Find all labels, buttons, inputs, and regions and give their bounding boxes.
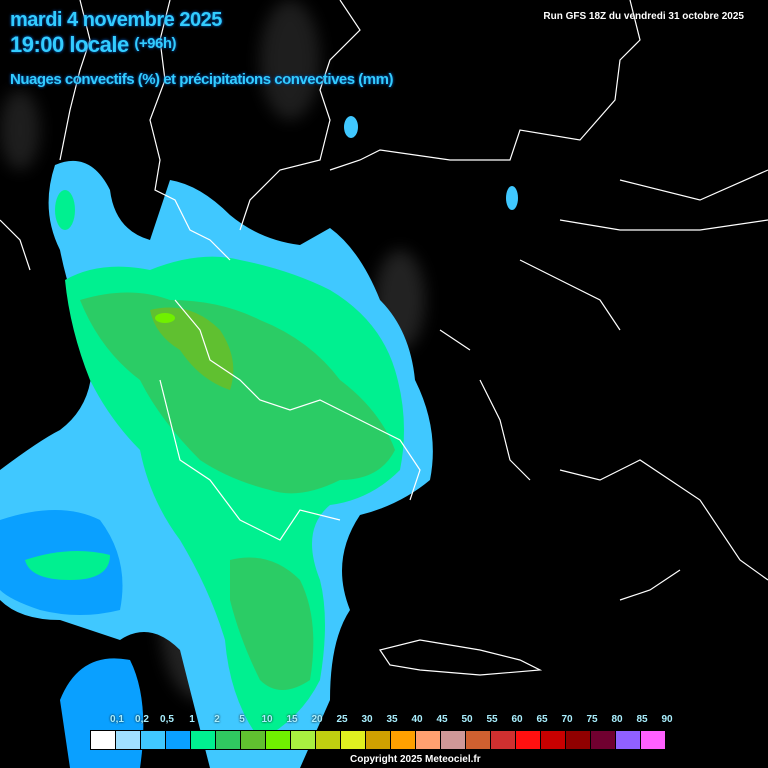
legend-label: 70	[561, 714, 573, 725]
legend-label: 90	[661, 714, 673, 725]
legend-swatch	[291, 731, 316, 749]
legend-swatch	[191, 731, 216, 749]
legend-swatch	[566, 731, 591, 749]
legend-label: 80	[611, 714, 623, 725]
legend-label: 0,5	[160, 714, 174, 725]
legend-swatch	[491, 731, 516, 749]
legend-label: 0,2	[135, 714, 149, 725]
legend-swatch	[466, 731, 491, 749]
legend-swatch	[391, 731, 416, 749]
legend-swatch	[616, 731, 641, 749]
legend-label: 50	[461, 714, 473, 725]
legend-label: 45	[436, 714, 448, 725]
legend-swatch	[316, 731, 341, 749]
legend-label: 75	[586, 714, 598, 725]
legend-label: 85	[636, 714, 648, 725]
forecast-offset: (+96h)	[134, 35, 176, 52]
legend-swatch	[591, 731, 616, 749]
legend-label: 0,1	[110, 714, 124, 725]
legend-label: 15	[286, 714, 298, 725]
legend-label: 55	[486, 714, 498, 725]
legend-swatch	[341, 731, 366, 749]
legend-label: 25	[336, 714, 348, 725]
legend-label: 2	[214, 714, 220, 725]
precipitation-map	[0, 0, 768, 768]
legend-swatch	[366, 731, 391, 749]
legend-label: 60	[511, 714, 523, 725]
legend-swatch	[241, 731, 266, 749]
legend-swatch	[641, 731, 666, 749]
legend-swatch	[91, 731, 116, 749]
legend-swatch	[216, 731, 241, 749]
legend-label: 20	[311, 714, 323, 725]
legend-swatch	[141, 731, 166, 749]
map-subtitle: Nuages convectifs (%) et précipitations …	[10, 71, 393, 88]
legend-swatch	[166, 731, 191, 749]
legend-swatch	[541, 731, 566, 749]
legend-swatch	[441, 731, 466, 749]
legend-label: 10	[261, 714, 273, 725]
local-time: 19:00 locale	[10, 32, 129, 57]
legend-swatch	[416, 731, 441, 749]
legend-label: 35	[386, 714, 398, 725]
legend-label: 1	[189, 714, 195, 725]
legend-swatch	[266, 731, 291, 749]
legend-label: 5	[239, 714, 245, 725]
legend-swatches	[90, 730, 667, 750]
legend-label: 40	[411, 714, 423, 725]
legend-label: 30	[361, 714, 373, 725]
forecast-map: mardi 4 novembre 2025 19:00 locale (+96h…	[0, 0, 768, 768]
legend-swatch	[516, 731, 541, 749]
legend-swatch	[116, 731, 141, 749]
forecast-time: 19:00 locale (+96h)	[10, 32, 176, 58]
copyright: Copyright 2025 Meteociel.fr	[350, 754, 481, 765]
forecast-date: mardi 4 novembre 2025	[10, 9, 222, 31]
legend-label: 65	[536, 714, 548, 725]
model-run-info: Run GFS 18Z du vendredi 31 octobre 2025	[543, 11, 744, 22]
